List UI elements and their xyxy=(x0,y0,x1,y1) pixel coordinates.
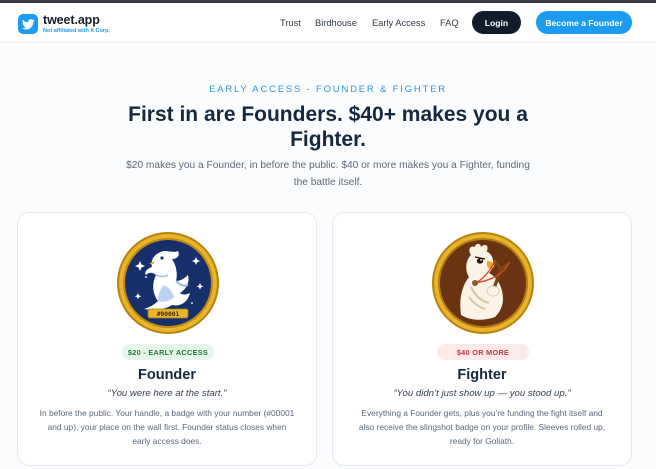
fighter-price-pill: $40 OR MORE xyxy=(437,344,529,360)
fighter-description: Everything a Founder gets, plus you’re f… xyxy=(358,408,606,446)
fighter-tier-card: $40 OR MORE Fighter “You didn’t just sho… xyxy=(332,212,632,466)
become-founder-button[interactable]: Become a Founder xyxy=(536,11,632,34)
founder-tier-card: #00001 $20 - EARLY ACCESS Founder “You w… xyxy=(17,212,317,466)
fighter-slingshot-badge xyxy=(432,232,534,334)
founder-badge-number: #00001 xyxy=(157,311,180,318)
hero-eyebrow: EARLY ACCESS - FOUNDER & FIGHTER xyxy=(209,84,447,95)
nav-link-trust[interactable]: Trust xyxy=(280,17,301,29)
founder-phoenix-badge: #00001 xyxy=(117,232,219,334)
hero-subhead: $20 makes you a Founder, in before the p… xyxy=(126,160,530,188)
nav-link-early-access[interactable]: Early Access xyxy=(372,17,425,29)
fighter-title: Fighter xyxy=(457,367,507,383)
bird-icon xyxy=(18,14,38,34)
hero-headline: First in are Founders. $40+ makes you a … xyxy=(128,103,528,151)
brand-disclaimer: Not affiliated with X Corp. xyxy=(43,27,110,34)
founder-price-pill: $20 - EARLY ACCESS xyxy=(122,344,214,360)
top-nav: tweet.app Not affiliated with X Corp. Tr… xyxy=(0,3,656,43)
founder-quote: “You were here at the start.” xyxy=(107,388,227,399)
fighter-quote: “You didn’t just show up — you stood up.… xyxy=(393,388,571,399)
founder-title: Founder xyxy=(138,367,196,383)
brand-logo[interactable]: tweet.app Not affiliated with X Corp. xyxy=(18,11,110,37)
nav-link-faq[interactable]: FAQ xyxy=(440,17,459,29)
nav-link-birdhouse[interactable]: Birdhouse xyxy=(315,17,357,29)
founder-description: In before the public. Your handle, a bad… xyxy=(39,408,295,446)
brand-name: tweet.app xyxy=(43,13,100,27)
login-button[interactable]: Login xyxy=(472,11,521,34)
